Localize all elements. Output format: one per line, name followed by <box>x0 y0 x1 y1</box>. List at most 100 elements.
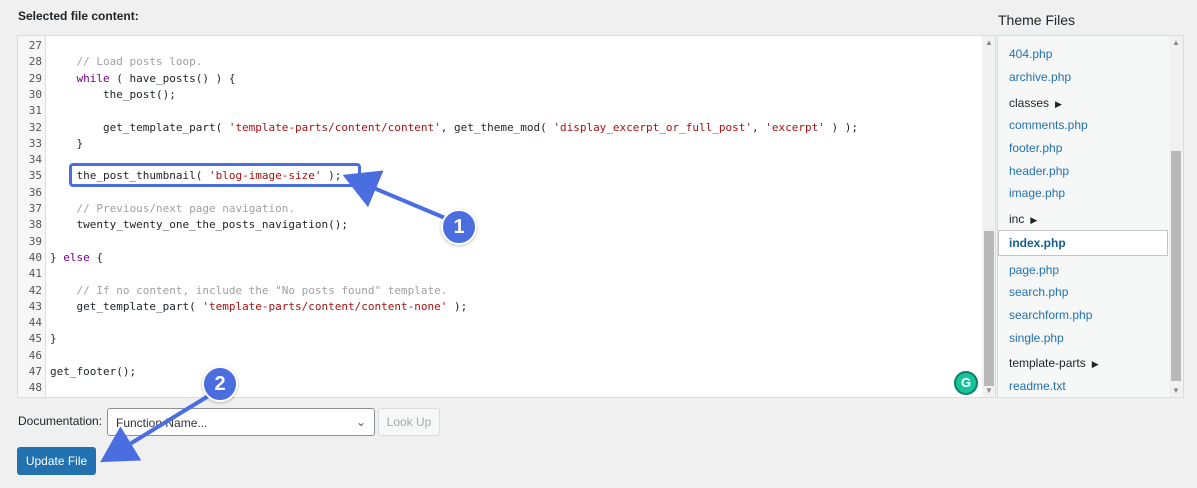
line-number: 27 <box>28 39 42 52</box>
line-number: 31 <box>28 104 42 118</box>
expand-triangle-icon[interactable]: ▶ <box>1030 215 1037 225</box>
code-line[interactable]: 38 twenty_twenty_one_the_posts_navigatio… <box>18 217 978 233</box>
file-label: inc <box>1009 212 1025 226</box>
line-number: 47 <box>28 365 42 378</box>
code-line[interactable]: 27 <box>18 38 978 54</box>
code-line[interactable]: 41 <box>18 266 978 282</box>
line-number: 44 <box>28 316 42 330</box>
code-line[interactable]: 45} <box>18 331 978 347</box>
theme-files-panel[interactable]: 404.php archive.php classes ▶ comments.php fo… <box>997 35 1184 398</box>
code-line[interactable]: 37 // Previous/next page navigation. <box>18 201 978 217</box>
file-label: footer.php <box>1009 141 1063 155</box>
line-number: 41 <box>28 267 42 281</box>
expand-triangle-icon[interactable]: ▶ <box>1055 99 1062 109</box>
code-line[interactable]: 29 while ( have_posts() ) { <box>18 71 978 87</box>
code-token: , get_theme_mod( <box>440 120 554 134</box>
file-label: index.php <box>1009 236 1066 250</box>
folder-item[interactable]: classes ▶ <box>1009 96 1062 110</box>
file-label: single.php <box>1009 331 1064 345</box>
file-item[interactable]: archive.php <box>1009 70 1071 84</box>
code-token: 'excerpt' <box>765 120 825 134</box>
code-line[interactable]: 42 // If no content, include the "No pos… <box>18 283 978 299</box>
line-text: // Load posts loop. <box>50 54 203 70</box>
code-line[interactable]: 48 <box>18 380 978 396</box>
file-item[interactable]: header.php <box>1009 164 1069 178</box>
line-number: 39 <box>28 234 42 248</box>
file-label: header.php <box>1009 164 1070 178</box>
code-line[interactable]: 44 <box>18 315 978 331</box>
files-scroll-down-icon[interactable]: ▼ <box>1169 386 1183 395</box>
code-line[interactable]: 47 get_footer(); <box>18 364 978 380</box>
line-number: 46 <box>28 348 42 362</box>
file-item-current[interactable]: index.php <box>1009 236 1066 250</box>
function-name-selected: Function Name... <box>116 416 208 430</box>
file-label: image.php <box>1009 186 1066 200</box>
annotation-badge-2: 2 <box>202 366 238 402</box>
file-label: classes <box>1009 96 1050 110</box>
code-token: get_template_part( <box>50 120 229 134</box>
selected-file-label: Selected file content: <box>18 9 139 23</box>
file-item[interactable]: readme.txt <box>1009 379 1066 393</box>
file-item[interactable]: comments.php <box>1009 118 1088 132</box>
file-item[interactable]: page.php <box>1009 263 1059 277</box>
lookup-button[interactable]: Look Up <box>378 408 440 436</box>
file-label: template-parts <box>1009 356 1086 370</box>
files-scroll-up-icon[interactable]: ▲ <box>1169 38 1183 47</box>
code-token: ); <box>447 299 468 313</box>
chevron-down-icon: ⌄ <box>355 415 366 429</box>
function-name-select[interactable]: Function Name... ⌄ <box>107 408 375 436</box>
code-token: get_footer(); <box>50 365 137 378</box>
code-editor[interactable]: 27 28 // Load posts loop. 29 while ( have_… <box>17 35 996 398</box>
editor-scroll-down-icon[interactable]: ▼ <box>982 386 995 395</box>
theme-files-title: Theme Files <box>998 12 1076 28</box>
code-token: 'template-parts/content/content-none' <box>202 299 448 313</box>
code-token: , <box>752 120 766 134</box>
code-token: 'template-parts/content/content' <box>228 120 441 134</box>
code-token: } <box>50 332 57 346</box>
file-label: archive.php <box>1009 70 1072 84</box>
file-item[interactable]: 404.php <box>1009 47 1052 61</box>
grammarly-icon[interactable]: G <box>954 371 978 395</box>
code-token: the_post(); <box>50 87 176 101</box>
code-line[interactable]: 28 // Load posts loop. <box>18 54 978 70</box>
code-line[interactable]: 32 get_template_part( 'template-parts/co… <box>18 120 978 136</box>
line-number: 35 <box>28 169 42 183</box>
editor-scrollbar-thumb[interactable] <box>984 231 994 386</box>
expand-triangle-icon[interactable]: ▶ <box>1092 359 1099 369</box>
documentation-label: Documentation: <box>18 414 103 428</box>
files-scrollbar-thumb[interactable] <box>1171 151 1181 381</box>
editor-scroll-up-icon[interactable]: ▲ <box>982 38 995 47</box>
code-line[interactable]: 39 <box>18 234 978 250</box>
code-token: while <box>76 71 110 85</box>
line-number: 40 <box>28 250 42 264</box>
folder-item[interactable]: inc ▶ <box>1009 212 1037 226</box>
line-text: // Previous/next page navigation. <box>50 201 296 217</box>
update-file-button[interactable]: Update File <box>17 447 96 475</box>
code-line[interactable]: 36 <box>18 185 978 201</box>
file-label: comments.php <box>1009 118 1088 132</box>
code-token: else <box>63 250 90 264</box>
code-line[interactable]: 43 get_template_part( 'template-parts/co… <box>18 299 978 315</box>
line-number: 33 <box>28 136 42 150</box>
code-line[interactable]: 40} else { <box>18 250 978 266</box>
file-item[interactable]: search.php <box>1009 285 1068 299</box>
code-line[interactable]: 31 <box>18 103 978 119</box>
line-number: 42 <box>28 283 42 297</box>
file-item[interactable]: single.php <box>1009 331 1064 345</box>
code-token: // Load posts loop. <box>76 55 203 69</box>
folder-item[interactable]: template-parts ▶ <box>1009 356 1099 370</box>
file-item[interactable]: searchform.php <box>1009 308 1092 322</box>
code-line[interactable]: 46 <box>18 348 978 364</box>
line-number: 43 <box>28 299 42 313</box>
code-line[interactable]: 33 } <box>18 136 978 152</box>
code-token: { <box>89 250 103 264</box>
highlight-box <box>69 163 361 187</box>
line-text: get_template_part( 'template-parts/conte… <box>50 299 467 315</box>
code-token: ) ); <box>824 120 858 134</box>
file-label: searchform.php <box>1009 308 1093 322</box>
code-line[interactable]: 30 the_post(); <box>18 87 978 103</box>
file-item[interactable]: image.php <box>1009 186 1065 200</box>
file-item[interactable]: footer.php <box>1009 141 1062 155</box>
